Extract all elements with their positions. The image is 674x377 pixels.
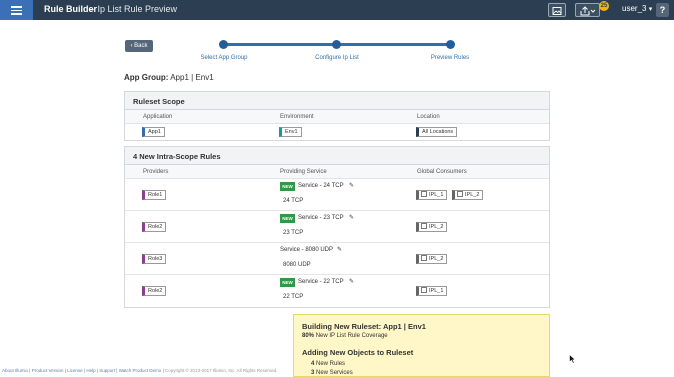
- step-configure-ip-list[interactable]: Configure Ip List: [315, 55, 359, 61]
- adding-objects-title: Adding New Objects to Ruleset: [302, 348, 414, 357]
- provider-role: Role1: [142, 190, 167, 200]
- consumer-ip-list: IPL_2: [416, 222, 448, 232]
- service-name: Service - 23 TCP: [298, 215, 344, 221]
- mouse-pointer-icon: [569, 354, 576, 364]
- step-dot-2: [332, 40, 341, 49]
- ip-list-icon: [421, 223, 427, 229]
- consumer-ip-list: IPL_1: [416, 190, 448, 200]
- footer-link-help[interactable]: Help: [86, 368, 95, 373]
- ruleset-scope-title: Ruleset Scope: [125, 92, 549, 110]
- footer-link-support[interactable]: Support: [99, 368, 115, 373]
- footer-link-version[interactable]: Product Version: [32, 368, 64, 373]
- col-global-consumers: Global Consumers: [417, 169, 467, 175]
- col-providing-service: Providing Service: [280, 169, 327, 175]
- service-port: 24 TCP: [283, 198, 304, 204]
- image-icon: [552, 7, 562, 15]
- col-providers: Providers: [143, 169, 169, 175]
- user-name: user_3: [622, 4, 647, 13]
- page-subtitle: – Ip List Rule Preview: [90, 4, 178, 14]
- service-name: Service - 8080 UDP: [280, 247, 334, 253]
- ruleset-scope-panel: Ruleset Scope Application Environment Lo…: [124, 91, 550, 141]
- new-badge: NEW: [280, 182, 295, 191]
- service-name: Service - 24 TCP: [298, 183, 344, 189]
- chevron-down-icon: ▾: [648, 6, 653, 13]
- consumer-ip-list: IPL_2: [416, 254, 448, 264]
- user-menu[interactable]: user_3 ▾: [622, 4, 652, 13]
- back-button[interactable]: ‹ Back: [125, 40, 153, 52]
- footer: About Illumio | Product Version | Licens…: [2, 368, 278, 373]
- new-rules-count: 4 New Rules: [311, 361, 346, 367]
- ip-list-icon: [421, 287, 427, 293]
- step-select-app-group[interactable]: Select App Group: [200, 55, 247, 61]
- copyright: Copyright © 2013-2017 Illumio, Inc. All …: [164, 368, 278, 373]
- footer-link-license[interactable]: License: [67, 368, 83, 373]
- ip-list-icon: [457, 191, 463, 197]
- provider-role: Role2: [142, 222, 167, 232]
- pencil-icon[interactable]: ✎: [349, 278, 354, 285]
- col-environment: Environment: [280, 114, 314, 120]
- notification-badge: 25: [599, 1, 609, 11]
- footer-link-about[interactable]: About Illumio: [2, 368, 28, 373]
- pencil-icon[interactable]: ✎: [337, 246, 342, 253]
- rule-row[interactable]: Role2 NEW Service - 23 TCP ✎ 23 TCP IPL_…: [125, 211, 549, 243]
- new-badge: NEW: [280, 278, 295, 287]
- export-icon: [580, 6, 596, 16]
- new-badge: NEW: [280, 214, 295, 223]
- location-label: All Locations: [416, 127, 458, 137]
- intra-scope-rules-panel: 4 New Intra-Scope Rules Providers Provid…: [124, 146, 550, 308]
- ip-list-icon: [421, 191, 427, 197]
- col-application: Application: [143, 114, 173, 120]
- step-dot-3: [446, 40, 455, 49]
- scope-row: App1 Env1 All Locations: [125, 124, 549, 140]
- app-group-heading: App Group: App1 | Env1: [124, 73, 214, 82]
- export-button[interactable]: [575, 3, 600, 17]
- service-port: 8080 UDP: [283, 262, 311, 268]
- help-button[interactable]: ?: [656, 3, 669, 17]
- new-services-count: 3 New Services: [311, 370, 353, 376]
- rules-title: 4 New Intra-Scope Rules: [125, 147, 549, 165]
- step-dot-1: [219, 40, 228, 49]
- application-label: App1: [142, 127, 165, 137]
- provider-role: Role3: [142, 254, 167, 264]
- pencil-icon[interactable]: ✎: [349, 182, 354, 189]
- consumer-ip-list: IPL_2: [452, 190, 484, 200]
- step-preview-rules[interactable]: Preview Rules: [431, 55, 469, 61]
- rule-row[interactable]: Role3 Service - 8080 UDP ✎ 8080 UDP IPL_…: [125, 243, 549, 275]
- top-bar: Rule Builder – Ip List Rule Preview 25 u…: [0, 0, 674, 20]
- consumer-ip-list: IPL_1: [416, 286, 448, 296]
- rules-column-headers: Providers Providing Service Global Consu…: [125, 165, 549, 179]
- service-port: 23 TCP: [283, 230, 304, 236]
- hamburger-menu-button[interactable]: [0, 0, 33, 20]
- provider-role: Role2: [142, 286, 167, 296]
- service-port: 22 TCP: [283, 294, 304, 300]
- footer-link-demo[interactable]: Watch Product Demo: [119, 368, 162, 373]
- environment-label: Env1: [279, 127, 302, 137]
- coverage-line: 80% New IP List Rule Coverage: [302, 333, 388, 339]
- ip-list-icon: [421, 255, 427, 261]
- service-name: Service - 22 TCP: [298, 279, 344, 285]
- scope-column-headers: Application Environment Location: [125, 110, 549, 124]
- ruleset-summary-box: Building New Ruleset: App1 | Env1 80% Ne…: [293, 314, 550, 377]
- rule-row[interactable]: Role1 NEW Service - 24 TCP ✎ 24 TCP IPL_…: [125, 179, 549, 211]
- rule-row[interactable]: Role2 NEW Service - 22 TCP ✎ 22 TCP IPL_…: [125, 275, 549, 307]
- pencil-icon[interactable]: ✎: [349, 214, 354, 221]
- summary-title: Building New Ruleset: App1 | Env1: [302, 322, 426, 331]
- chevron-left-icon: ‹: [130, 43, 133, 49]
- image-button[interactable]: [548, 3, 566, 17]
- hamburger-icon: [11, 6, 22, 8]
- col-location: Location: [417, 114, 440, 120]
